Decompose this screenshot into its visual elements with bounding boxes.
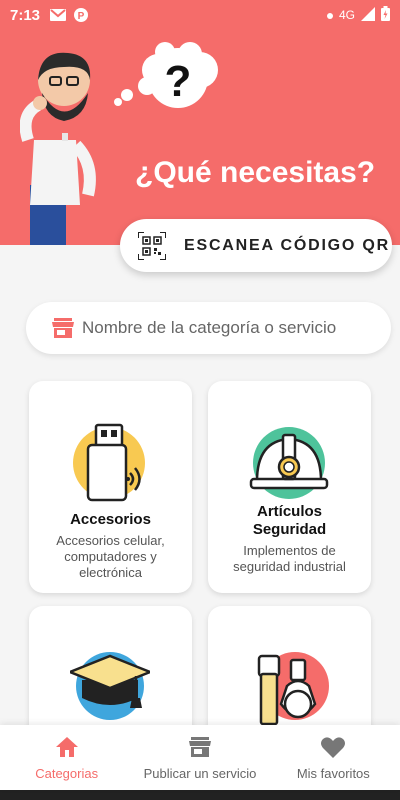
scan-qr-label: ESCANEA CÓDIGO QR (184, 236, 391, 254)
nav-label: Mis favoritos (296, 766, 370, 781)
svg-text:?: ? (165, 57, 192, 106)
category-card-accesorios[interactable]: Accesorios Accesorios celular, computado… (29, 381, 192, 593)
thought-bubble-icon: ? (114, 42, 218, 108)
status-bar: 7:13 P 4G (0, 0, 400, 30)
nav-publicar-servicio[interactable]: Publicar un servicio (133, 725, 266, 790)
category-description: Implementos de seguridad industrial (233, 543, 346, 574)
status-time: 7:13 (10, 6, 41, 24)
system-navigation-bar (0, 790, 400, 800)
safety-helmet-icon (249, 427, 329, 499)
notification-dot-icon (326, 8, 333, 22)
category-title: Artículos Seguridad (252, 503, 327, 538)
store-icon (188, 734, 211, 760)
heart-icon (321, 734, 346, 760)
qr-code-icon (138, 231, 166, 260)
category-title: Accesorios (70, 511, 151, 528)
scan-qr-button[interactable]: ESCANEA CÓDIGO QR (120, 219, 392, 272)
nav-label: Publicar un servicio (143, 766, 257, 781)
search-input[interactable]: Nombre de la categoría o servicio (26, 302, 391, 354)
graduation-cap-icon (70, 652, 150, 720)
app-notification-icon: P (74, 8, 89, 22)
thinking-man-illustration (20, 52, 96, 245)
svg-text:P: P (78, 11, 85, 22)
nav-categorias[interactable]: Categorias (0, 725, 133, 790)
battery-icon (381, 6, 390, 24)
home-icon (55, 734, 78, 760)
nav-mis-favoritos[interactable]: Mis favoritos (267, 725, 400, 790)
category-card-articulos-seguridad[interactable]: Artículos Seguridad Implementos de segur… (208, 381, 371, 593)
gmail-icon (50, 9, 67, 21)
page-title: ¿Qué necesitas? (135, 156, 376, 189)
bottom-navigation: Categorias Publicar un servicio Mis favo… (0, 725, 400, 790)
search-placeholder: Nombre de la categoría o servicio (82, 318, 337, 337)
usb-drive-icon (73, 423, 145, 502)
signal-icon (361, 6, 375, 24)
store-icon (52, 318, 74, 338)
category-description: Accesorios celular, computadores y elect… (56, 533, 165, 580)
network-type: 4G (338, 8, 355, 22)
nav-label: Categorias (35, 766, 99, 781)
cosmetics-icon (257, 652, 329, 726)
hero-banner: ? ¿Qué necesitas? (0, 0, 400, 245)
